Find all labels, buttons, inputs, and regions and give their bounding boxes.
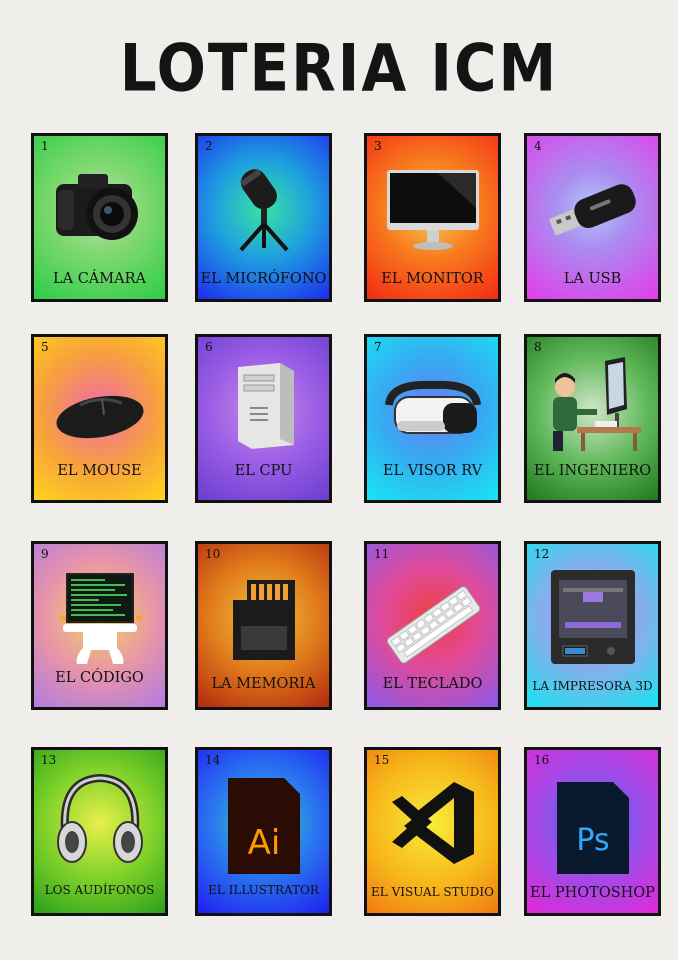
keyboard-icon (386, 586, 480, 664)
loteria-card-camara: 1 LA CÁMARA (31, 133, 168, 302)
loteria-card-visual-studio: 15 EL VISUAL STUDIO (364, 747, 501, 916)
card-label: EL CÓDIGO (55, 670, 144, 686)
card-label: LA CÁMARA (53, 271, 146, 287)
card-label: EL MONITOR (381, 271, 484, 287)
card-number: 1 (41, 139, 49, 153)
card-label: EL INGENIERO (533, 463, 652, 479)
card-number: 2 (205, 139, 213, 153)
card-number: 4 (534, 139, 542, 153)
loteria-card-microfono: 2 EL MICRÓFONO (195, 133, 332, 302)
card-label: LA MEMORIA (211, 676, 316, 692)
card-number: 8 (534, 340, 542, 354)
loteria-card-photoshop: 16 Ps EL PHOTOSHOP (524, 747, 661, 916)
card-number: 5 (41, 340, 49, 354)
cpu-tower-icon (237, 363, 294, 449)
loteria-card-monitor: 3 EL MONITOR (364, 133, 501, 302)
logo-text: Ai (247, 823, 280, 863)
card-label: LOS AUDÍFONOS (44, 883, 155, 897)
card-number: 16 (534, 753, 550, 767)
loteria-card-audifonos: 13 LOS AUDÍFONOS (31, 747, 168, 916)
card-label: EL VISUAL STUDIO (371, 885, 494, 899)
mouse-icon (56, 395, 143, 439)
card-number: 12 (534, 547, 550, 561)
card-number: 3 (374, 139, 382, 153)
card-label: EL ILLUSTRATOR (208, 883, 319, 897)
camera-icon (55, 174, 138, 240)
loteria-card-mouse: 5 EL MOUSE (31, 334, 168, 503)
card-label: EL CPU (234, 463, 293, 479)
card-label: EL PHOTOSHOP (530, 885, 655, 901)
visual-studio-logo-icon (391, 782, 474, 864)
card-number: 7 (374, 340, 382, 354)
card-label: EL MICRÓFONO (200, 271, 327, 287)
card-number: 9 (41, 547, 49, 561)
loteria-card-memoria: 10 LA MEMORIA (195, 541, 332, 710)
illustrator-logo-icon: Ai (227, 778, 300, 874)
loteria-card-codigo: 9 EL CÓDIGO (31, 541, 168, 710)
card-number: 14 (205, 753, 221, 767)
card-number: 10 (205, 547, 221, 561)
card-label: EL TECLADO (382, 676, 483, 692)
usb-icon (548, 184, 636, 236)
page-title: LOTERIA ICM (119, 29, 559, 107)
loteria-card-visor-rv: 7 EL VISOR RV (364, 334, 501, 503)
card-label: EL VISOR RV (382, 463, 483, 479)
card-label: EL MOUSE (57, 463, 142, 479)
loteria-card-usb: 4 LA USB (524, 133, 661, 302)
loteria-card-cpu: 6 EL CPU (195, 334, 332, 503)
loteria-card-teclado: 11 EL TECLADO (364, 541, 501, 710)
monitor-icon (386, 170, 479, 250)
card-number: 13 (41, 753, 57, 767)
loteria-card-illustrator: 14 Ai EL ILLUSTRATOR (195, 747, 332, 916)
card-number: 6 (205, 340, 213, 354)
logo-text: Ps (576, 823, 609, 858)
headphones-icon (56, 773, 143, 863)
card-label: LA USB (563, 271, 622, 287)
card-number: 15 (374, 753, 390, 767)
memory-card-icon (232, 580, 295, 660)
microphone-icon (239, 168, 288, 252)
photoshop-logo-icon: Ps (556, 782, 629, 874)
card-number: 11 (374, 547, 390, 561)
loteria-card-impresora-3d: 12 LA IMPRESORA 3D (524, 541, 661, 710)
card-label: LA IMPRESORA 3D (532, 679, 653, 693)
3d-printer-icon (550, 570, 635, 664)
code-screen-icon (59, 573, 142, 664)
engineer-icon (552, 357, 641, 451)
vr-headset-icon (384, 380, 481, 434)
loteria-card-ingeniero: 8 EL INGENIERO (524, 334, 661, 503)
